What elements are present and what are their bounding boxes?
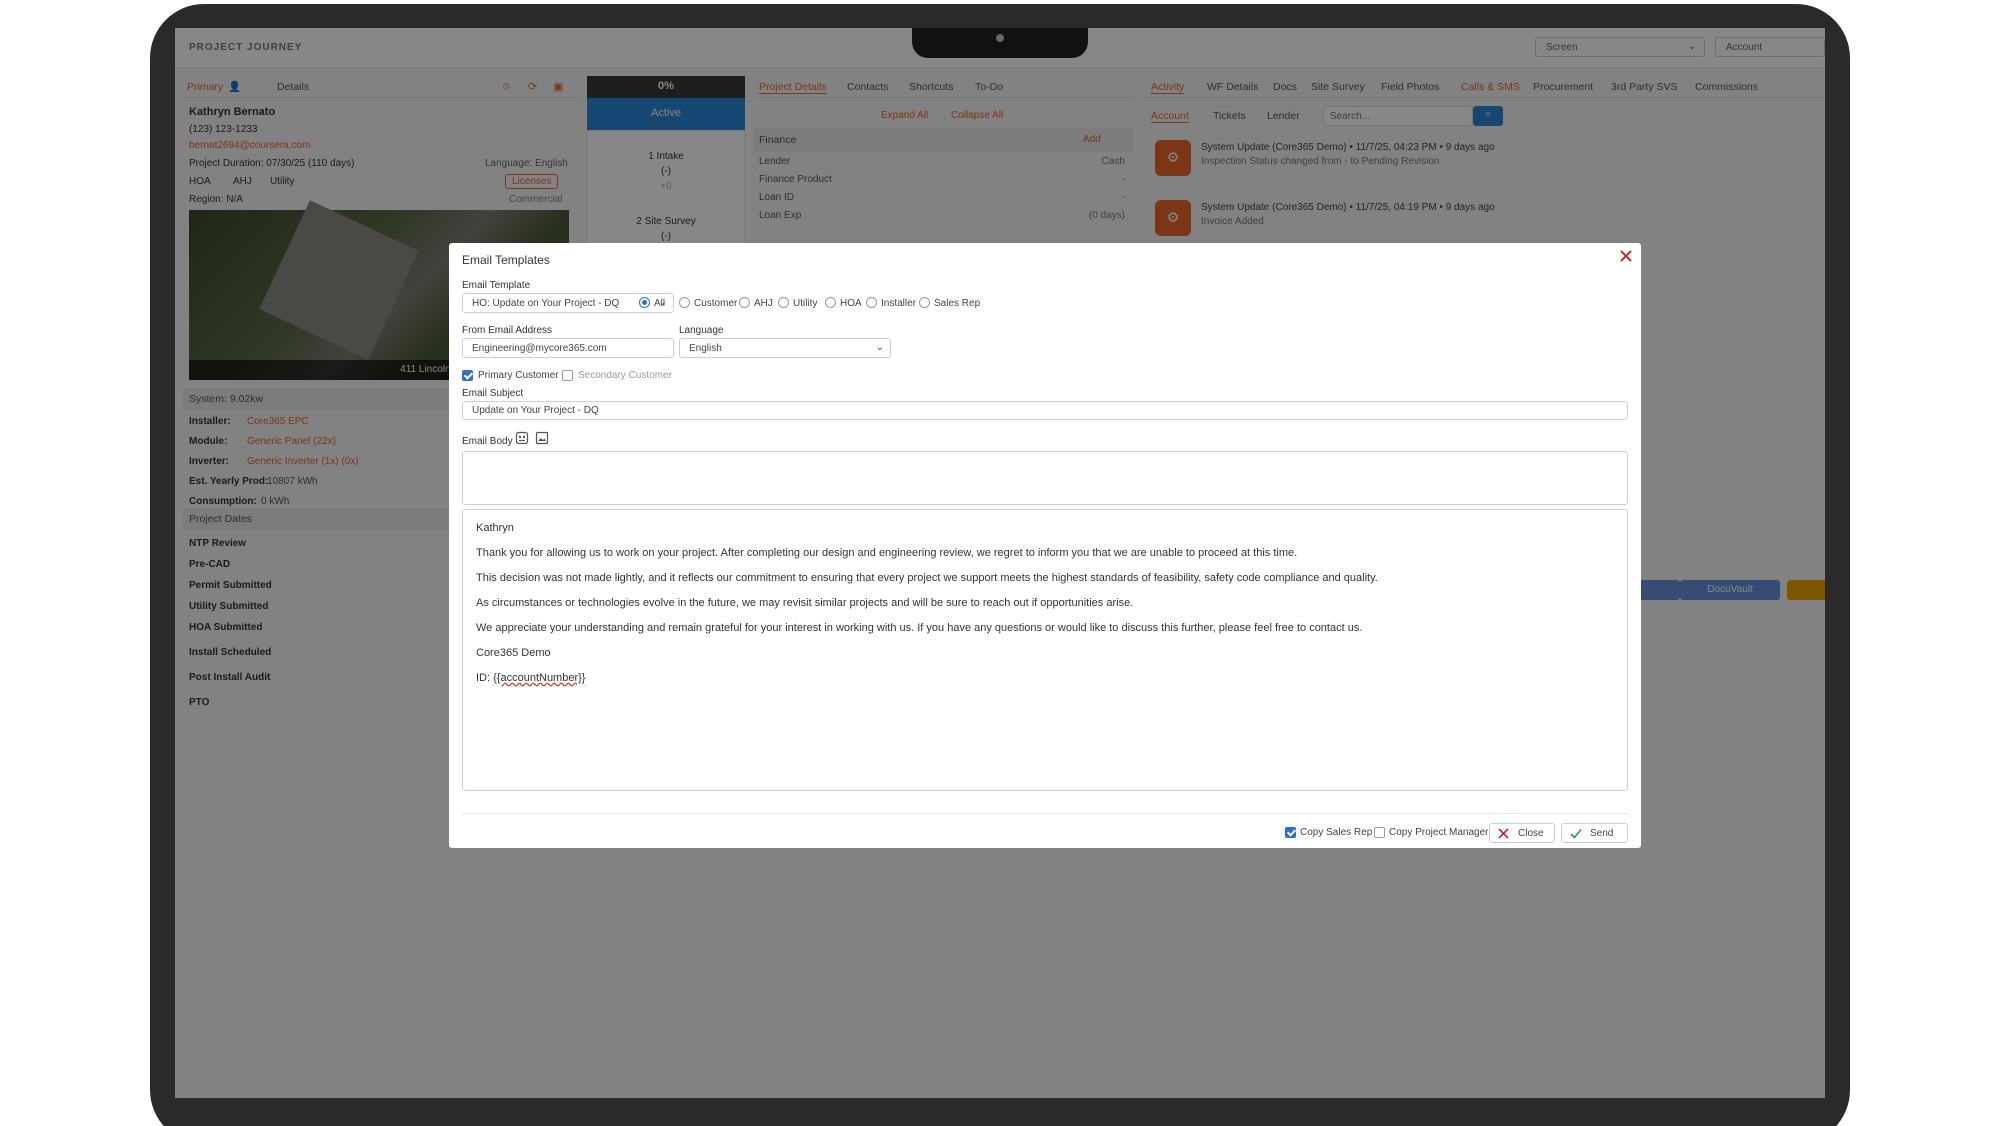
recipient-radio-label: Installer [881, 298, 917, 309]
recipient-radio-utility[interactable] [778, 297, 789, 308]
copy-sales-rep-checkbox[interactable] [1285, 827, 1296, 838]
body-signature: Core365 Demo [476, 647, 551, 659]
email-templates-modal: Email Templates Email Template HO: Updat… [449, 243, 1641, 848]
body-paragraph: We appreciate your understanding and rem… [476, 622, 1363, 634]
from-email-field[interactable]: Engineering@mycore365.com [462, 338, 674, 358]
close-icon[interactable] [1619, 249, 1633, 263]
body-id-prefix: ID: [476, 672, 494, 684]
body-label: Email Body [462, 436, 513, 447]
language-label: Language [679, 325, 724, 336]
checkmark-icon [1570, 828, 1582, 839]
recipient-radio-sales-rep[interactable] [919, 297, 930, 308]
send-button[interactable]: Send [1561, 823, 1628, 843]
template-variables-icon[interactable] [515, 431, 529, 445]
copy-pm-label: Copy Project Manager [1389, 827, 1489, 838]
close-button-label: Close [1518, 827, 1544, 839]
recipient-radio-label: HOA [840, 298, 862, 309]
copy-pm-checkbox[interactable] [1374, 827, 1385, 838]
insert-image-icon[interactable] [535, 431, 549, 445]
email-body-editor[interactable]: Kathryn Thank you for allowing us to wor… [462, 509, 1628, 791]
body-paragraph: This decision was not made lightly, and … [476, 572, 1378, 584]
language-select-value: English [689, 342, 722, 354]
recipient-radio-hoa[interactable] [825, 297, 836, 308]
send-button-label: Send [1590, 827, 1614, 839]
primary-customer-checkbox[interactable] [462, 370, 473, 381]
editor-toolbar [462, 451, 1628, 505]
template-label: Email Template [462, 280, 531, 291]
copy-sales-rep-label: Copy Sales Rep [1300, 827, 1373, 838]
recipient-radio-customer[interactable] [679, 297, 690, 308]
recipient-radio-label: Sales Rep [934, 298, 981, 309]
recipient-radio-ahj[interactable] [739, 297, 750, 308]
modal-title: Email Templates [462, 253, 550, 267]
from-label: From Email Address [462, 325, 553, 336]
body-id-line: ID: {{accountNumber}} [476, 672, 585, 684]
secondary-customer-label: Secondary Customer [578, 370, 672, 381]
primary-customer-label: Primary Customer [478, 370, 559, 381]
close-x-icon [1498, 828, 1509, 839]
chevron-down-icon: ⌄ [875, 342, 884, 353]
secondary-customer-checkbox[interactable] [562, 370, 573, 381]
body-paragraph: As circumstances or technologies evolve … [476, 597, 1134, 609]
language-select[interactable]: English ⌄ [679, 338, 891, 358]
body-id-token: {{accountNumber}} [493, 672, 586, 684]
footer-divider [462, 813, 1628, 814]
camera-notch [912, 28, 1088, 58]
recipient-radio-label: Customer [694, 298, 738, 309]
template-select-value: HO: Update on Your Project - DQ [472, 297, 620, 309]
recipient-radio-label: All [654, 298, 666, 309]
recipient-radio-label: Utility [793, 298, 818, 309]
body-paragraph: Thank you for allowing us to work on you… [476, 547, 1298, 559]
camera-icon [996, 34, 1004, 42]
close-button[interactable]: Close [1489, 823, 1555, 843]
recipient-radio-all[interactable] [639, 297, 650, 308]
subject-label: Email Subject [462, 388, 524, 399]
recipient-radio-installer[interactable] [866, 297, 877, 308]
subject-field[interactable]: Update on Your Project - DQ [462, 401, 1628, 420]
recipient-radio-label: AHJ [754, 298, 773, 309]
body-greeting: Kathryn [476, 522, 514, 534]
